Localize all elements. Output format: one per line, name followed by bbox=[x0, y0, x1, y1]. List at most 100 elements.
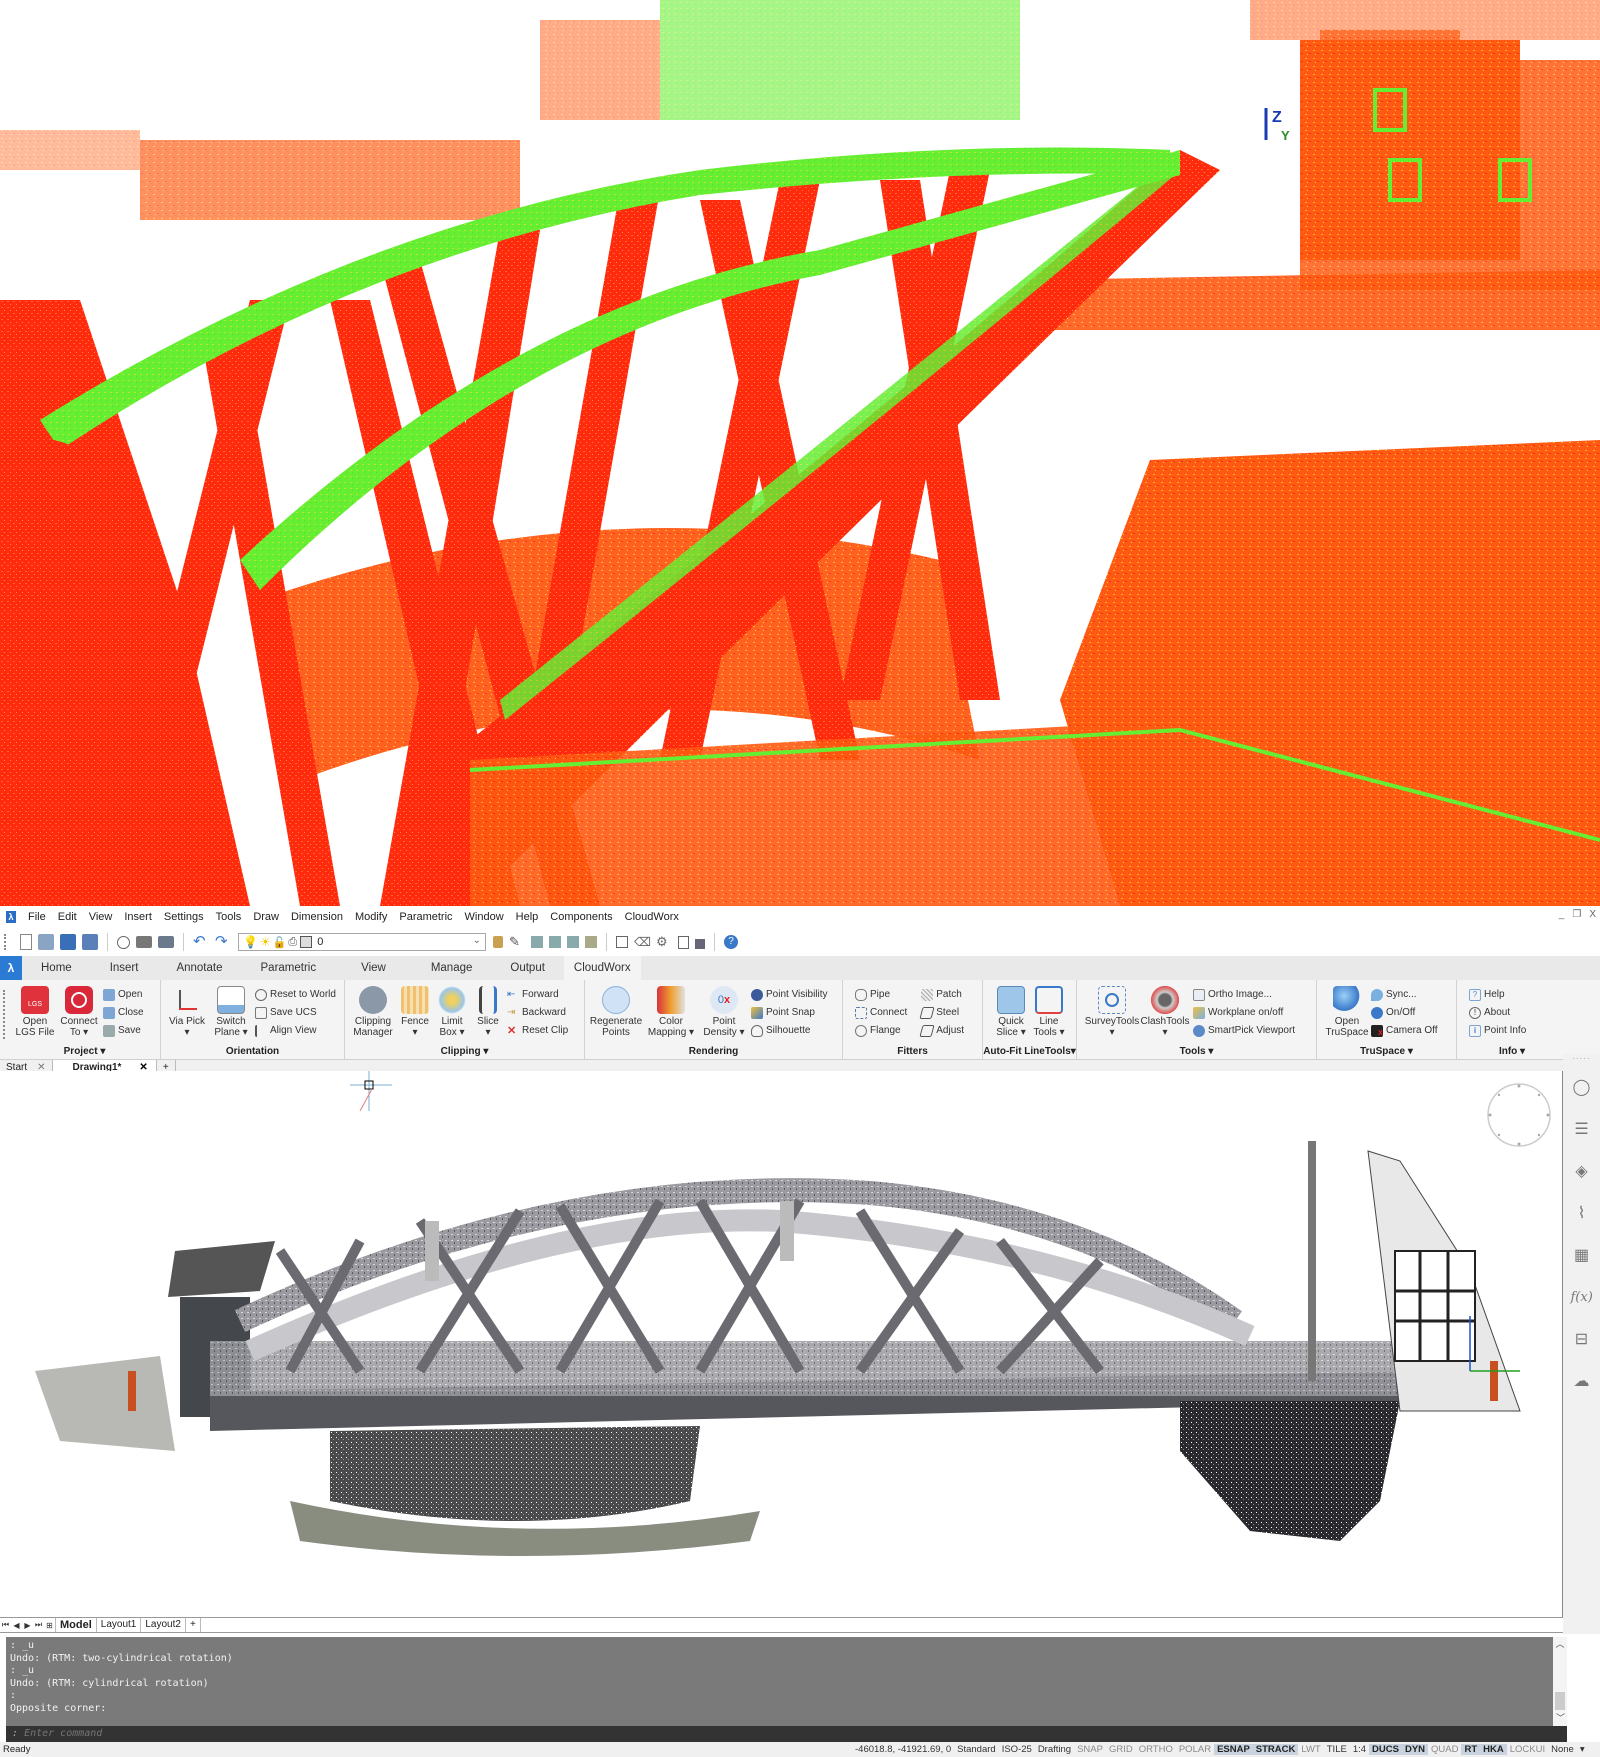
panel-title-autofit[interactable]: Auto-Fit LineTools▾ bbox=[983, 1046, 1076, 1057]
parameters-fx-icon[interactable]: f(x) bbox=[1571, 1287, 1593, 1309]
toggle-snap[interactable]: SNAP bbox=[1074, 1744, 1106, 1755]
project-close-button[interactable]: Close bbox=[103, 1005, 144, 1020]
explorer-icon[interactable] bbox=[695, 938, 705, 949]
tab-manage[interactable]: Manage bbox=[412, 956, 492, 980]
status-none-dropdown[interactable]: None bbox=[1548, 1744, 1577, 1755]
toggle-dyn[interactable]: DYN bbox=[1401, 1744, 1429, 1755]
status-menu-chevron-icon[interactable]: ▾ bbox=[1577, 1744, 1588, 1755]
undo-icon[interactable]: ↶ bbox=[193, 934, 209, 950]
menu-help[interactable]: Help bbox=[510, 911, 545, 923]
tab-parametric[interactable]: Parametric bbox=[242, 956, 336, 980]
help-button[interactable]: ? Help bbox=[1469, 987, 1526, 1002]
project-open-button[interactable]: Open bbox=[103, 987, 144, 1002]
annotation-scale[interactable]: 1:4 bbox=[1350, 1744, 1369, 1755]
panel-title-tools[interactable]: Tools ▾ bbox=[1077, 1046, 1316, 1057]
truspace-onoff-button[interactable]: On/Off bbox=[1371, 1005, 1438, 1020]
tab-layout2[interactable]: Layout2 bbox=[140, 1618, 185, 1632]
tab-home[interactable]: Home bbox=[22, 956, 91, 980]
last-layout-button[interactable]: ⏭ bbox=[33, 1620, 44, 1630]
layer-previous-icon[interactable] bbox=[531, 936, 543, 948]
add-layout-button[interactable]: + bbox=[184, 1618, 201, 1632]
menu-settings[interactable]: Settings bbox=[158, 911, 210, 923]
new-file-icon[interactable] bbox=[20, 934, 32, 950]
tab-output[interactable]: Output bbox=[491, 956, 564, 980]
patch-fitter-button[interactable]: Patch bbox=[921, 987, 964, 1002]
tab-layout1[interactable]: Layout1 bbox=[95, 1618, 141, 1632]
point-visibility-button[interactable]: Point Visibility bbox=[751, 987, 828, 1002]
panel-title-project[interactable]: Project ▾ bbox=[9, 1046, 160, 1057]
prev-layout-button[interactable]: ◀ bbox=[11, 1621, 22, 1630]
smartpick-viewport-button[interactable]: SmartPick Viewport bbox=[1193, 1023, 1295, 1038]
cloud-upload-icon[interactable]: ☁ bbox=[1571, 1371, 1593, 1393]
application-menu-button[interactable]: λ bbox=[0, 956, 22, 980]
toggle-polar[interactable]: POLAR bbox=[1176, 1744, 1214, 1755]
coordinates-readout[interactable]: -46018.8, -41921.69, 0 bbox=[852, 1744, 954, 1755]
ortho-image-button[interactable]: Ortho Image... bbox=[1193, 987, 1295, 1002]
layer-state-icon[interactable] bbox=[585, 936, 597, 948]
tab-model[interactable]: Model bbox=[55, 1618, 96, 1632]
viewcube-compass[interactable] bbox=[1487, 1083, 1551, 1147]
properties-icon[interactable] bbox=[616, 936, 628, 948]
help-icon[interactable]: ? bbox=[724, 935, 738, 949]
tab-cloudworx[interactable]: CloudWorx bbox=[563, 956, 641, 980]
hatch-drawing-icon[interactable]: ▦ bbox=[1571, 1245, 1593, 1267]
menu-edit[interactable]: Edit bbox=[52, 911, 83, 923]
panel-title-truspace[interactable]: TruSpace ▾ bbox=[1317, 1046, 1456, 1057]
scroll-thumb[interactable] bbox=[1555, 1692, 1565, 1710]
toggle-ortho[interactable]: ORTHO bbox=[1136, 1744, 1176, 1755]
save-icon[interactable] bbox=[60, 934, 76, 950]
restore-button[interactable]: ❐ bbox=[1572, 909, 1581, 920]
layout-grid-button[interactable]: ⊞ bbox=[44, 1621, 55, 1630]
next-layout-button[interactable]: ▶ bbox=[22, 1621, 33, 1630]
match-properties-icon[interactable] bbox=[493, 936, 503, 948]
command-history-scrollbar[interactable]: ︿ ﹀ bbox=[1553, 1637, 1567, 1726]
app-logo-icon[interactable]: λ bbox=[6, 911, 16, 923]
toggle-lockui[interactable]: LOCKUI bbox=[1507, 1744, 1548, 1755]
status-workspace[interactable]: Drafting bbox=[1035, 1744, 1074, 1755]
toggle-grid[interactable]: GRID bbox=[1106, 1744, 1136, 1755]
toggle-quad[interactable]: QUAD bbox=[1428, 1744, 1461, 1755]
menu-insert[interactable]: Insert bbox=[118, 911, 158, 923]
minimize-button[interactable]: _ bbox=[1559, 909, 1565, 920]
menu-parametric[interactable]: Parametric bbox=[393, 911, 458, 923]
layer-isolate-icon[interactable] bbox=[549, 936, 561, 948]
status-dim-style[interactable]: ISO-25 bbox=[999, 1744, 1035, 1755]
settings-icon[interactable]: ⚙ bbox=[656, 934, 672, 950]
drawing-viewport[interactable] bbox=[0, 1071, 1563, 1617]
print-icon[interactable] bbox=[136, 936, 152, 948]
menu-cloudworx[interactable]: CloudWorx bbox=[619, 911, 685, 923]
save-ucs-button[interactable]: Save UCS bbox=[255, 1005, 336, 1020]
truspace-sync-button[interactable]: Sync... bbox=[1371, 987, 1438, 1002]
tab-view[interactable]: View bbox=[335, 956, 412, 980]
scroll-up-icon[interactable]: ︿ bbox=[1553, 1637, 1567, 1650]
toggle-lwt[interactable]: LWT bbox=[1298, 1744, 1323, 1755]
steel-fitter-button[interactable]: Steel bbox=[919, 1005, 964, 1020]
layers-icon[interactable]: ◈ bbox=[1571, 1161, 1593, 1183]
save-as-icon[interactable] bbox=[82, 934, 98, 950]
layer-walk-icon[interactable] bbox=[567, 936, 579, 948]
panel-title-info[interactable]: Info ▾ bbox=[1457, 1046, 1567, 1057]
command-input[interactable] bbox=[24, 1728, 425, 1739]
erase-icon[interactable]: ⌫ bbox=[634, 934, 651, 950]
lightbulb-icon[interactable]: ◯ bbox=[1571, 1077, 1593, 1099]
toggle-ducs[interactable]: DUCS bbox=[1369, 1744, 1402, 1755]
project-save-button[interactable]: Save bbox=[103, 1023, 144, 1038]
print-preview-icon[interactable] bbox=[117, 935, 130, 949]
reset-to-world-button[interactable]: Reset to World bbox=[255, 987, 336, 1002]
reset-clip-button[interactable]: ✕ Reset Clip bbox=[507, 1023, 568, 1038]
workplane-toggle-button[interactable]: Workplane on/off bbox=[1193, 1005, 1295, 1020]
first-layout-button[interactable]: ⏮ bbox=[0, 1620, 11, 1630]
clip-forward-button[interactable]: ⇤ Forward bbox=[507, 987, 568, 1002]
menu-draw[interactable]: Draw bbox=[247, 911, 285, 923]
layer-dropdown[interactable]: 💡 ☀ 🔓 ⎙ 0 ⌄ bbox=[238, 933, 486, 951]
status-text-style[interactable]: Standard bbox=[954, 1744, 999, 1755]
toolbar-grip[interactable] bbox=[4, 934, 7, 950]
redo-icon[interactable]: ↷ bbox=[215, 934, 231, 950]
toggle-hka[interactable]: HKA bbox=[1480, 1744, 1507, 1755]
menu-modify[interactable]: Modify bbox=[349, 911, 393, 923]
toggle-rt[interactable]: RT bbox=[1461, 1744, 1481, 1755]
flange-fitter-button[interactable]: Flange bbox=[855, 1023, 907, 1038]
about-button[interactable]: ! About bbox=[1469, 1005, 1526, 1020]
adjust-fitter-button[interactable]: Adjust bbox=[919, 1023, 964, 1038]
properties-sliders-icon[interactable]: ☰ bbox=[1571, 1119, 1593, 1141]
